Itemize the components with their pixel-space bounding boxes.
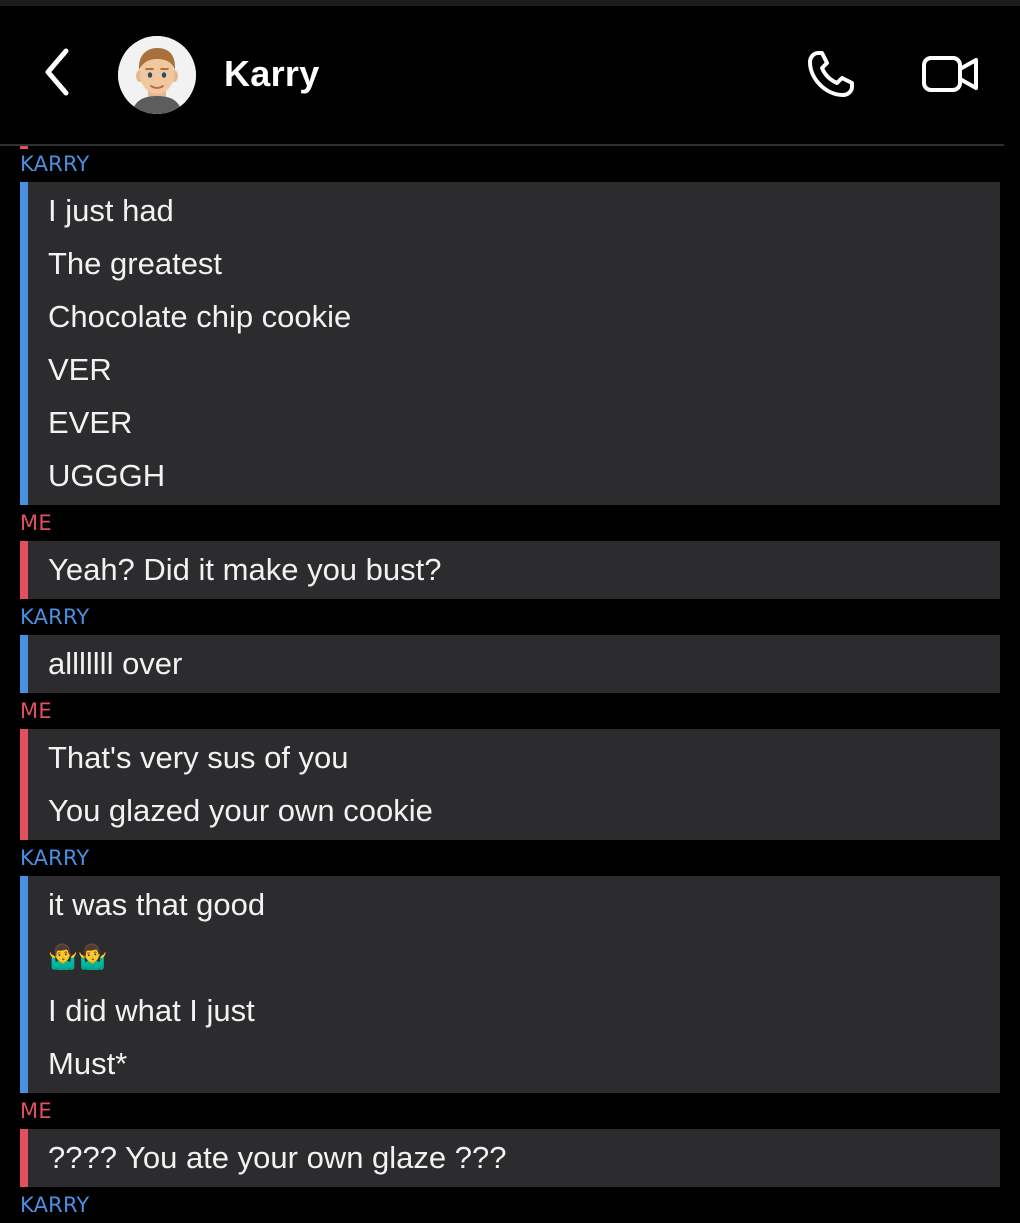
message-line: VER [48,352,112,387]
video-camera-icon [920,52,982,101]
message-bubble[interactable]: ???? You ate your own glaze ??? [20,1129,1000,1187]
message-line: EVER [48,405,133,440]
message-line: Must* [48,1046,128,1081]
emoji-line: 🤷‍♂️🤷‍♂️ [48,944,108,971]
message-list[interactable]: KARRY I just had The greatest Chocolate … [0,146,1020,1223]
message-line: ???? You ate your own glaze ??? [48,1140,507,1175]
call-button[interactable] [798,46,864,106]
phone-icon [804,47,858,106]
message-line: I just had [48,193,174,228]
message-bubble[interactable]: alllllll over [20,635,1000,693]
message-bubble[interactable]: Yeah? Did it make you bust? [20,541,1000,599]
message-bubble[interactable]: I just had The greatest Chocolate chip c… [20,182,1000,505]
video-call-button[interactable] [914,46,988,106]
message-line: Chocolate chip cookie [48,299,352,334]
message-line: The greatest [48,246,223,281]
message-line: I did what I just [48,993,255,1028]
sender-label: KARRY [20,605,90,629]
sender-label: KARRY [20,1193,90,1217]
message-line: alllllll over [48,646,183,681]
sender-label: ME [20,1099,52,1123]
avatar[interactable] [118,36,196,114]
sender-label: KARRY [20,846,90,870]
contact-name[interactable]: Karry [224,52,320,96]
message-line: You glazed your own cookie [48,793,433,828]
message-bubble[interactable]: That's very sus of you You glazed your o… [20,729,1000,840]
sender-label: ME [20,511,52,535]
chevron-left-icon [40,46,74,103]
message-line: That's very sus of you [48,740,349,775]
message-line: Yeah? Did it make you bust? [48,552,442,587]
sender-label: ME [20,699,52,723]
message-line: it was that good [48,887,266,922]
message-bubble[interactable]: it was that good 🤷‍♂️🤷‍♂️ I did what I j… [20,876,1000,1093]
sender-label: KARRY [20,152,90,176]
message-line: UGGGH [48,458,166,493]
chat-header: Karry [0,6,1020,144]
back-button[interactable] [32,44,82,104]
